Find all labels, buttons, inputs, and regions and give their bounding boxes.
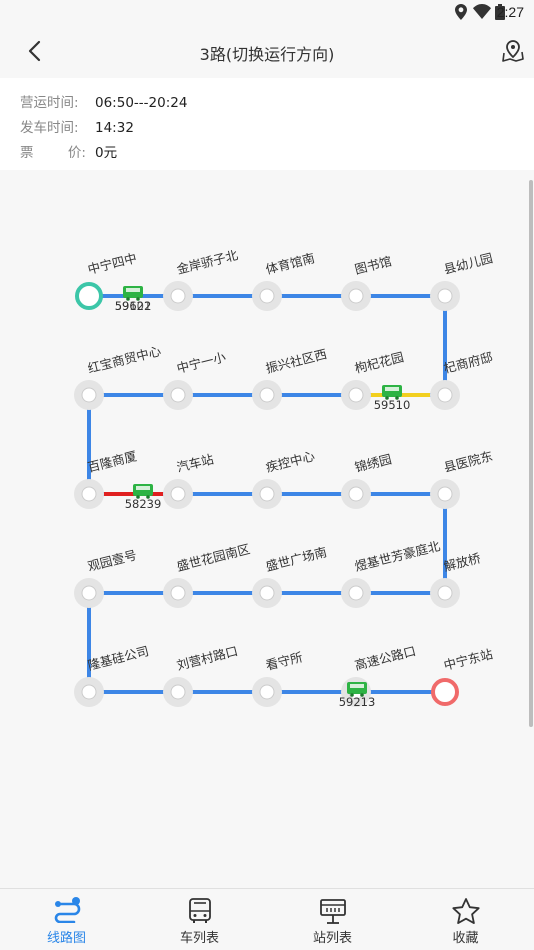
end-station-marker[interactable] — [431, 678, 459, 706]
route-map[interactable]: 中宁四中 金岸骄子北 体育馆南 图书馆 县幼儿园红宝商贸中心 中宁一小 振兴社区西 枸杞花园 杞… — [0, 180, 528, 888]
station-label[interactable]: 振兴社区西 — [264, 346, 328, 376]
station-dot — [259, 288, 275, 304]
wifi-icon — [473, 4, 491, 19]
station-dot — [437, 387, 453, 403]
tab-favorites[interactable]: 收藏 — [399, 889, 532, 950]
station-label[interactable]: 观园壹号 — [86, 547, 138, 574]
bus-window — [350, 684, 364, 688]
status-bar: 2:27 — [0, 0, 534, 26]
bus-plate-label: 59622 — [115, 299, 152, 313]
route-icon — [54, 897, 81, 923]
departure-label: 发车时间: — [20, 120, 79, 136]
bus-plate-label: 59213 — [339, 695, 376, 709]
bus-window — [136, 486, 150, 490]
tab-bus-list[interactable]: 车列表 — [133, 889, 266, 950]
departure-row: 发车时间: 14:32 — [20, 116, 134, 136]
station-dot — [259, 387, 275, 403]
tab-route-map[interactable]: 线路图 — [0, 889, 133, 950]
service-hours-value: 06:50---20:24 — [95, 95, 188, 111]
station-dot — [81, 585, 97, 601]
station-dot — [170, 684, 186, 700]
route-diagram[interactable]: 中宁四中 金岸骄子北 体育馆南 图书馆 县幼儿园红宝商贸中心 中宁一小 振兴社区西 枸杞花园 杞… — [0, 180, 528, 888]
star-icon — [452, 898, 480, 924]
tab-station-list[interactable]: 站列表 — [266, 889, 399, 950]
station-dot — [348, 387, 364, 403]
route-info-panel: 营运时间: 06:50---20:24 发车时间: 14:32 票 价: 0元 — [0, 78, 534, 170]
station-label[interactable]: 盛世花园南区 — [175, 541, 251, 574]
station-label[interactable]: 红宝商贸中心 — [86, 343, 163, 376]
bottom-tab-bar: 线路图 车列表 站列表 收藏 — [0, 888, 534, 950]
start-station-marker[interactable] — [75, 282, 103, 310]
service-hours-label: 营运时间: — [20, 95, 79, 111]
station-label[interactable]: 县医院东 — [442, 448, 494, 475]
station-label[interactable]: 中宁一小 — [175, 349, 228, 376]
station-label[interactable]: 中宁东站 — [442, 646, 494, 673]
station-dot — [81, 684, 97, 700]
bus-plate-label: 59510 — [374, 398, 411, 412]
service-hours-row: 营运时间: 06:50---20:24 — [20, 91, 187, 111]
tab-label: 收藏 — [452, 931, 479, 946]
station-label[interactable]: 杞商府邸 — [442, 349, 494, 376]
bus-window — [126, 288, 140, 292]
fare-label: 票 价: — [20, 145, 86, 161]
station-dot — [259, 486, 275, 502]
station-label[interactable]: 图书馆 — [353, 253, 393, 277]
station-dot — [437, 288, 453, 304]
tab-label: 站列表 — [312, 931, 352, 946]
location-status-icon — [455, 4, 467, 20]
station-label[interactable]: 锦绣园 — [353, 451, 393, 475]
station-dot — [170, 387, 186, 403]
station-label[interactable]: 县幼儿园 — [442, 250, 494, 277]
bus-icon — [189, 898, 211, 923]
tab-label: 车列表 — [179, 931, 219, 946]
station-dot — [259, 585, 275, 601]
fare-value: 0元 — [95, 145, 118, 161]
station-dot — [81, 486, 97, 502]
tab-label: 线路图 — [46, 931, 86, 946]
station-label[interactable]: 煜基世芳豪庭北 — [353, 538, 442, 574]
station-label[interactable]: 枸杞花园 — [353, 349, 405, 376]
fare-row: 票 价: 0元 — [20, 141, 117, 161]
station-board-icon — [320, 899, 346, 924]
station-label[interactable]: 汽车站 — [175, 451, 215, 475]
station-dot — [170, 486, 186, 502]
station-label[interactable]: 高速公路口 — [353, 643, 417, 673]
station-label[interactable]: 解放桥 — [442, 550, 483, 574]
departure-value: 14:32 — [95, 120, 134, 136]
station-label[interactable]: 体育馆南 — [264, 250, 316, 277]
station-label[interactable]: 金岸骄子北 — [175, 247, 240, 277]
station-dot — [81, 387, 97, 403]
station-dot — [437, 585, 453, 601]
station-dot — [259, 684, 275, 700]
station-dot — [170, 288, 186, 304]
station-dot — [348, 486, 364, 502]
bus-plate-label: 58239 — [125, 497, 162, 511]
station-label[interactable]: 隆基硅公司 — [86, 643, 150, 673]
station-label[interactable]: 疾控中心 — [264, 448, 317, 475]
app-bar: 3路(切换运行方向) — [0, 26, 534, 78]
station-label[interactable]: 刘营村路口 — [175, 643, 239, 673]
page-title[interactable]: 3路(切换运行方向) — [0, 41, 534, 65]
station-label[interactable]: 看守所 — [264, 649, 304, 673]
station-dot — [348, 288, 364, 304]
station-label[interactable]: 中宁四中 — [86, 250, 138, 277]
station-label[interactable]: 盛世广场南 — [264, 544, 328, 574]
map-location-icon[interactable] — [500, 38, 526, 64]
station-label[interactable]: 百隆商厦 — [86, 448, 138, 475]
station-dot — [348, 585, 364, 601]
bus-window — [385, 387, 399, 391]
status-time: 2:27 — [496, 4, 524, 20]
scrollbar[interactable] — [529, 180, 533, 727]
station-dot — [170, 585, 186, 601]
station-dot — [437, 486, 453, 502]
